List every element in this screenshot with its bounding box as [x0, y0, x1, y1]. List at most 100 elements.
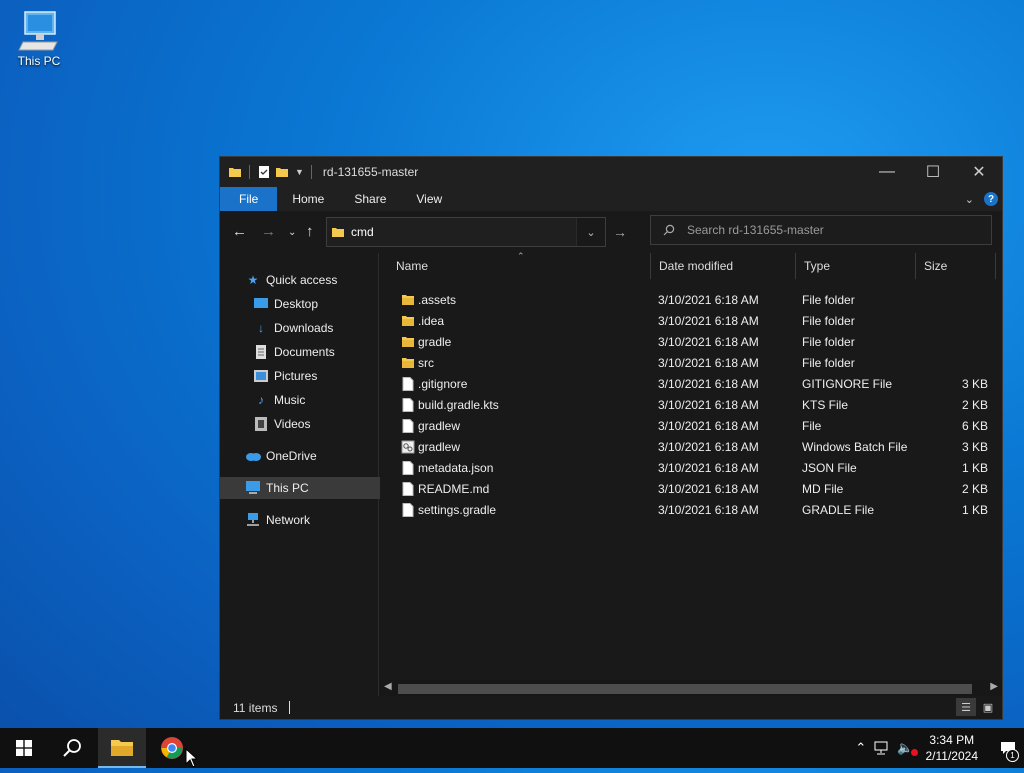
file-type: File folder: [802, 292, 855, 307]
nav-item-documents[interactable]: Documents 📌: [220, 341, 407, 363]
nav-label: Quick access: [266, 273, 338, 287]
file-row[interactable]: .idea 3/10/2021 6:18 AM File folder: [380, 310, 1002, 331]
chrome-icon: [161, 737, 183, 759]
file-row[interactable]: gradlew 3/10/2021 6:18 AM File 6 KB: [380, 415, 1002, 436]
nav-item-music[interactable]: ♪ Music: [220, 389, 407, 411]
title-bar[interactable]: ▼ rd-131655-master — ☐ ✕: [220, 157, 1002, 187]
address-dropdown-chevron-icon[interactable]: ⌄: [576, 218, 605, 246]
column-header-name[interactable]: Name: [388, 253, 651, 279]
download-arrow-icon: ↓: [258, 321, 264, 335]
file-name: gradlew: [418, 439, 461, 454]
system-tray: ⌃ 🔈 3:34 PM 2/11/2024 1: [855, 728, 1024, 768]
nav-item-videos[interactable]: Videos: [220, 413, 407, 435]
tab-file[interactable]: File: [220, 187, 278, 211]
file-name: build.gradle.kts: [418, 397, 499, 412]
file-icon: [400, 457, 416, 478]
nav-item-pictures[interactable]: Pictures 📌: [220, 365, 407, 387]
file-name: .assets: [418, 292, 457, 307]
nav-item-quick-access[interactable]: ★ Quick access: [220, 269, 399, 291]
file-list: ⌃ Name Date modified Type Size .assets 3/…: [380, 251, 1002, 683]
forward-arrow-icon[interactable]: →: [261, 223, 276, 240]
folder-icon: [229, 168, 241, 177]
close-button[interactable]: ✕: [956, 157, 1002, 187]
folder-icon: [400, 310, 416, 331]
file-row[interactable]: README.md 3/10/2021 6:18 AM MD File 2 KB: [380, 478, 1002, 499]
up-arrow-icon[interactable]: ↑: [306, 223, 314, 240]
nav-label: OneDrive: [266, 449, 317, 463]
column-header-date-modified[interactable]: Date modified: [651, 253, 796, 279]
start-button[interactable]: [0, 728, 48, 768]
search-input[interactable]: [685, 222, 969, 238]
view-switcher: ☰ ▣: [956, 698, 998, 716]
address-bar[interactable]: cmd ⌄ →: [326, 217, 627, 247]
nav-item-onedrive[interactable]: OneDrive: [220, 445, 399, 467]
file-size: 3 KB: [961, 376, 988, 391]
action-center-button[interactable]: 1: [992, 728, 1024, 768]
column-header-size[interactable]: Size: [916, 253, 996, 279]
desktop-icon-this-pc[interactable]: This PC: [10, 8, 68, 68]
show-hidden-icons-chevron-icon[interactable]: ⌃: [855, 740, 866, 756]
large-icons-view-icon[interactable]: ▣: [978, 698, 998, 716]
file-date-modified: 3/10/2021 6:18 AM: [658, 292, 759, 307]
file-name: gradle: [418, 334, 452, 349]
address-text[interactable]: cmd: [351, 225, 374, 239]
window-controls: — ☐ ✕: [864, 157, 1002, 187]
file-row[interactable]: build.gradle.kts 3/10/2021 6:18 AM KTS Fil…: [380, 394, 1002, 415]
file-row[interactable]: src 3/10/2021 6:18 AM File folder: [380, 352, 1002, 373]
file-size: 1 KB: [961, 502, 988, 517]
expand-ribbon-chevron-icon[interactable]: ⌄: [965, 193, 974, 206]
recent-locations-chevron-icon[interactable]: ⌄: [288, 227, 296, 238]
file-icon: [400, 394, 416, 415]
file-type: GITIGNORE File: [802, 376, 893, 391]
file-name: metadata.json: [418, 460, 494, 475]
file-date-modified: 3/10/2021 6:18 AM: [658, 334, 759, 349]
nav-item-desktop[interactable]: Desktop 📌: [220, 293, 407, 315]
tab-share[interactable]: Share: [339, 187, 401, 211]
nav-item-downloads[interactable]: ↓ Downloads 📌: [220, 317, 407, 339]
minimize-button[interactable]: —: [864, 157, 910, 187]
properties-icon[interactable]: [257, 165, 271, 179]
file-date-modified: 3/10/2021 6:18 AM: [658, 355, 759, 370]
file-row[interactable]: metadata.json 3/10/2021 6:18 AM JSON File 1…: [380, 457, 1002, 478]
file-icon: [400, 499, 416, 520]
file-date-modified: 3/10/2021 6:18 AM: [658, 376, 759, 391]
back-arrow-icon[interactable]: ←: [232, 223, 247, 240]
maximize-button[interactable]: ☐: [910, 157, 956, 187]
scrollbar-thumb[interactable]: [398, 684, 972, 694]
file-row[interactable]: gradle 3/10/2021 6:18 AM File folder: [380, 331, 1002, 352]
file-date-modified: 3/10/2021 6:18 AM: [658, 418, 759, 433]
clock[interactable]: 3:34 PM 2/11/2024: [926, 732, 979, 764]
horizontal-scrollbar[interactable]: ◀ ▶: [380, 680, 1002, 696]
nav-label: Documents: [274, 345, 335, 359]
file-type: Windows Batch File: [802, 439, 908, 454]
nav-item-network[interactable]: Network: [220, 509, 399, 531]
column-header-type[interactable]: Type: [796, 253, 916, 279]
folder-icon: [400, 331, 416, 352]
search-box[interactable]: [650, 215, 992, 245]
document-icon: [253, 344, 269, 360]
scroll-left-arrow-icon[interactable]: ◀: [384, 681, 392, 692]
desktop-icon-label: This PC: [17, 54, 61, 68]
volume-muted-icon[interactable]: 🔈: [897, 740, 918, 756]
file-row[interactable]: gradlew 3/10/2021 6:18 AM Windows Batch Fi…: [380, 436, 1002, 457]
go-arrow-icon[interactable]: →: [605, 218, 635, 246]
file-row[interactable]: .assets 3/10/2021 6:18 AM File folder: [380, 289, 1002, 310]
file-row[interactable]: .gitignore 3/10/2021 6:18 AM GITIGNORE Fil…: [380, 373, 1002, 394]
file-explorer-icon: [111, 740, 133, 756]
nav-item-this-pc[interactable]: This PC: [220, 477, 399, 499]
new-folder-icon[interactable]: [275, 165, 289, 179]
scroll-right-arrow-icon[interactable]: ▶: [990, 681, 998, 692]
file-date-modified: 3/10/2021 6:18 AM: [658, 313, 759, 328]
details-view-icon[interactable]: ☰: [956, 698, 976, 716]
taskbar-file-explorer[interactable]: [98, 728, 146, 768]
file-row[interactable]: settings.gradle 3/10/2021 6:18 AM GRADLE F…: [380, 499, 1002, 520]
tab-home[interactable]: Home: [277, 187, 339, 211]
help-icon[interactable]: ?: [984, 192, 998, 206]
search-button[interactable]: [48, 728, 96, 768]
customize-toolbar-chevron-icon[interactable]: ▼: [295, 167, 304, 177]
nav-label: Desktop: [274, 297, 319, 311]
ribbon-tabs: File Home Share View ⌄ ?: [220, 187, 1002, 211]
search-icon: [663, 224, 675, 236]
network-icon[interactable]: [874, 741, 890, 755]
tab-view[interactable]: View: [401, 187, 457, 211]
